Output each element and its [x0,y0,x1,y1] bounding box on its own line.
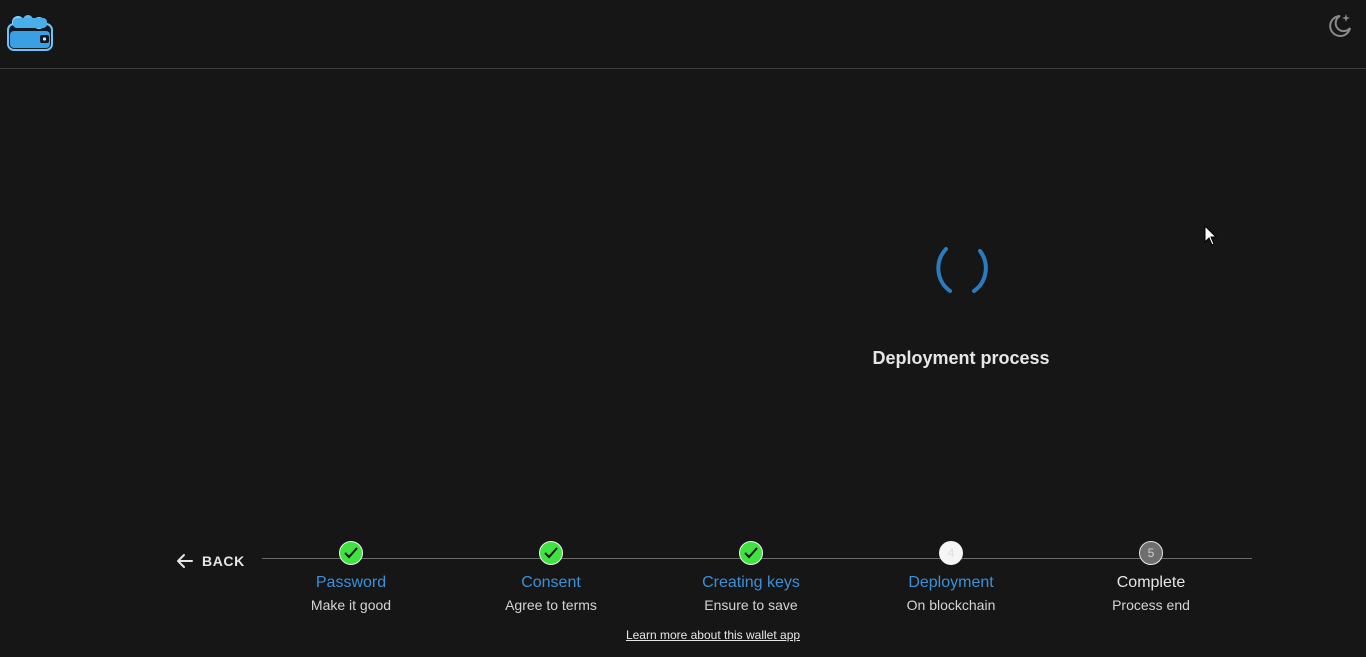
arrow-left-icon [177,554,193,568]
mouse-cursor-icon [1204,224,1218,247]
step-title: Password [315,574,387,591]
status-label: Deployment process [872,348,1050,368]
learn-more-link[interactable]: Learn more about this wallet app [560,628,866,642]
step-title: Consent [521,574,581,591]
check-icon [539,541,563,565]
check-icon [739,541,763,565]
step-title: Creating keys [702,574,800,591]
check-icon [339,541,363,565]
back-button[interactable]: BACK [172,546,249,576]
step-consent: Consent Agree to terms [451,541,651,613]
step-subtitle: On blockchain [906,597,996,613]
step-title: Complete [1116,574,1186,591]
back-label: BACK [202,553,245,569]
top-bar [0,0,1366,69]
step-creating-keys: Creating keys Ensure to save [651,541,851,613]
step-deployment: 4 Deployment On blockchain [851,541,1051,613]
step-subtitle: Process end [1112,597,1190,613]
step-password: Password Make it good [251,541,451,613]
step-number-badge: 4 [939,541,963,565]
step-subtitle: Agree to terms [505,597,597,613]
step-number-badge: 5 [1139,541,1163,565]
loading-spinner [928,237,996,301]
step-subtitle: Ensure to save [704,597,798,613]
wallet-logo-icon[interactable] [6,14,54,54]
moon-stars-icon[interactable] [1326,12,1354,40]
step-subtitle: Make it good [310,597,392,613]
step-title: Deployment [908,574,994,591]
step-complete: 5 Complete Process end [1051,541,1251,613]
